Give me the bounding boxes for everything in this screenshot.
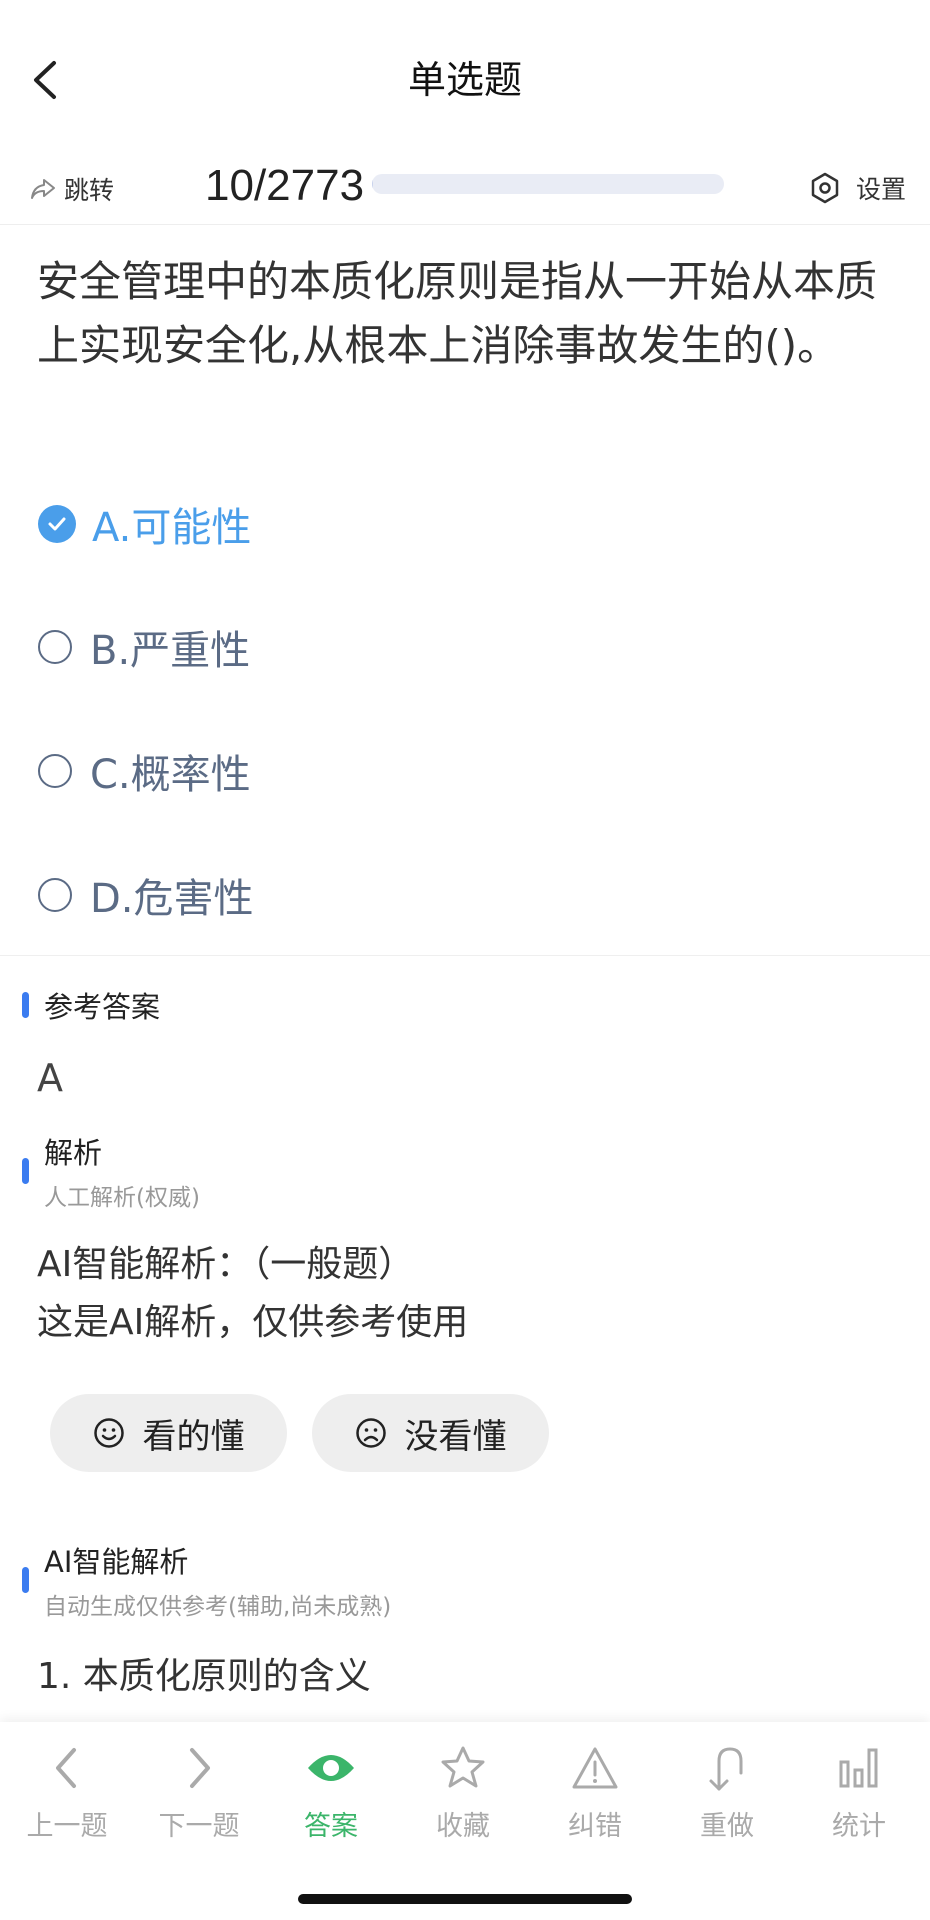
chevron-right-icon [179,1740,219,1796]
bar-chart-icon [837,1740,881,1796]
divider [0,955,930,956]
question-text: 安全管理中的本质化原则是指从一开始从本质上实现安全化,从根本上消除事故发生的()… [37,257,878,370]
section-marker [22,1158,29,1184]
tab-label: 答案 [304,1811,358,1842]
jump-button[interactable]: 跳转 [30,172,114,206]
answer-section-title: 参考答案 [44,990,161,1024]
check-circle-icon [38,505,76,543]
option-label: B.严重性 [90,628,251,674]
tab-report-error[interactable]: 纠错 [529,1740,661,1850]
chevron-left-icon [47,1740,87,1796]
question-counter: 10/2773 [205,161,365,210]
progress-row: 跳转 10/2773 设置 [0,150,930,225]
share-arrow-icon [31,179,55,199]
option-label: C.概率性 [90,752,251,798]
undo-icon [705,1740,749,1796]
option-label: A.可能性 [92,505,252,551]
ai-section-title: AI智能解析 [44,1545,189,1579]
jump-label: 跳转 [64,176,115,205]
tab-next[interactable]: 下一题 [133,1740,265,1850]
radio-icon [38,630,72,664]
tab-label: 上一题 [26,1811,108,1842]
understood-button[interactable]: 看的懂 [50,1394,287,1472]
tab-label: 纠错 [568,1811,622,1842]
option-d[interactable]: D.危害性 [38,865,638,925]
star-icon [439,1740,487,1796]
analysis-line-2: 这是AI解析，仅供参考使用 [37,1302,469,1343]
progress-bar [372,174,724,194]
section-marker [22,992,29,1018]
ai-point-1: 1. 本质化原则的含义 [37,1656,371,1697]
tab-redo[interactable]: 重做 [661,1740,793,1850]
bottom-tab-bar: 上一题 下一题 答案 收藏 纠错 重做 统计 [0,1722,930,1920]
option-c[interactable]: C.概率性 [38,741,638,801]
tab-label: 下一题 [158,1811,240,1842]
analysis-section-title: 解析 [44,1136,103,1170]
tab-statistics[interactable]: 统计 [793,1740,925,1850]
home-indicator [298,1894,632,1904]
eye-icon [305,1740,357,1796]
warning-icon [571,1740,619,1796]
nav-bar: 单选题 [0,0,930,160]
page-title: 单选题 [407,58,522,102]
analysis-text: AI智能解析：（一般题） 这是AI解析，仅供参考使用 [37,1236,897,1352]
settings-hexagon-icon [811,172,839,204]
settings-label: 设置 [856,175,907,204]
tab-previous[interactable]: 上一题 [1,1740,133,1850]
understood-label: 看的懂 [142,1416,245,1457]
option-label: D.危害性 [90,876,254,922]
radio-icon [38,878,72,912]
analysis-section-subtitle: 人工解析(权威) [44,1185,200,1211]
tab-label: 重做 [700,1811,754,1842]
tab-label: 收藏 [436,1811,490,1842]
progress-bar-fill [372,174,374,194]
radio-icon [38,754,72,788]
tab-label: 统计 [832,1811,886,1842]
ai-section-subtitle: 自动生成仅供参考(辅助,尚未成熟) [44,1594,392,1620]
option-b[interactable]: B.严重性 [38,617,638,677]
tab-favorite[interactable]: 收藏 [397,1740,529,1850]
option-a[interactable]: A.可能性 [38,494,638,554]
settings-button[interactable]: 设置 [808,168,906,208]
not-understood-label: 没看懂 [404,1416,507,1457]
ai-analysis-content: 1. 本质化原则的含义 [37,1648,897,1706]
section-marker [22,1567,29,1593]
not-understood-button[interactable]: 没看懂 [312,1394,549,1472]
analysis-line-1: AI智能解析：（一般题） [37,1244,415,1285]
answer-value: A [37,1056,63,1100]
sad-face-icon [355,1418,386,1448]
tab-answer[interactable]: 答案 [265,1740,397,1850]
smile-face-icon [93,1418,124,1448]
